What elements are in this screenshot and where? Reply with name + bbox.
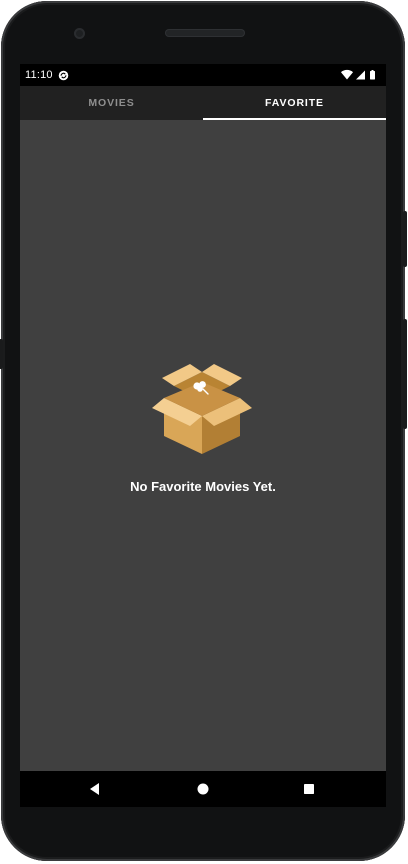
status-time: 11:10 [25, 69, 53, 81]
empty-state-message: No Favorite Movies Yet. [130, 479, 276, 494]
tab-favorite[interactable]: FAVORITE [203, 86, 386, 120]
tab-bar: MOVIES FAVORITE [20, 86, 386, 120]
status-bar: 11:10 [20, 64, 386, 86]
power-button[interactable] [403, 211, 407, 267]
tab-movies[interactable]: MOVIES [20, 86, 203, 120]
wifi-icon [341, 69, 353, 80]
signal-icon [356, 70, 365, 80]
phone-frame: 11:10 MOVIES FAVORITE No Favorite Movies… [0, 1, 407, 861]
volume-button[interactable] [403, 319, 407, 429]
app-screen: 11:10 MOVIES FAVORITE No Favorite Movies… [20, 64, 386, 807]
battery-icon [370, 70, 375, 80]
favorites-content: No Favorite Movies Yet. [20, 120, 386, 771]
back-icon[interactable] [86, 780, 104, 798]
recents-icon[interactable] [300, 780, 318, 798]
front-camera [74, 28, 85, 39]
navigation-bar [20, 771, 386, 807]
status-icons [341, 69, 375, 80]
side-key [0, 339, 3, 369]
sync-icon [58, 70, 69, 81]
earpiece-speaker [165, 29, 245, 37]
open-box-icon [152, 364, 252, 454]
home-icon[interactable] [194, 780, 212, 798]
